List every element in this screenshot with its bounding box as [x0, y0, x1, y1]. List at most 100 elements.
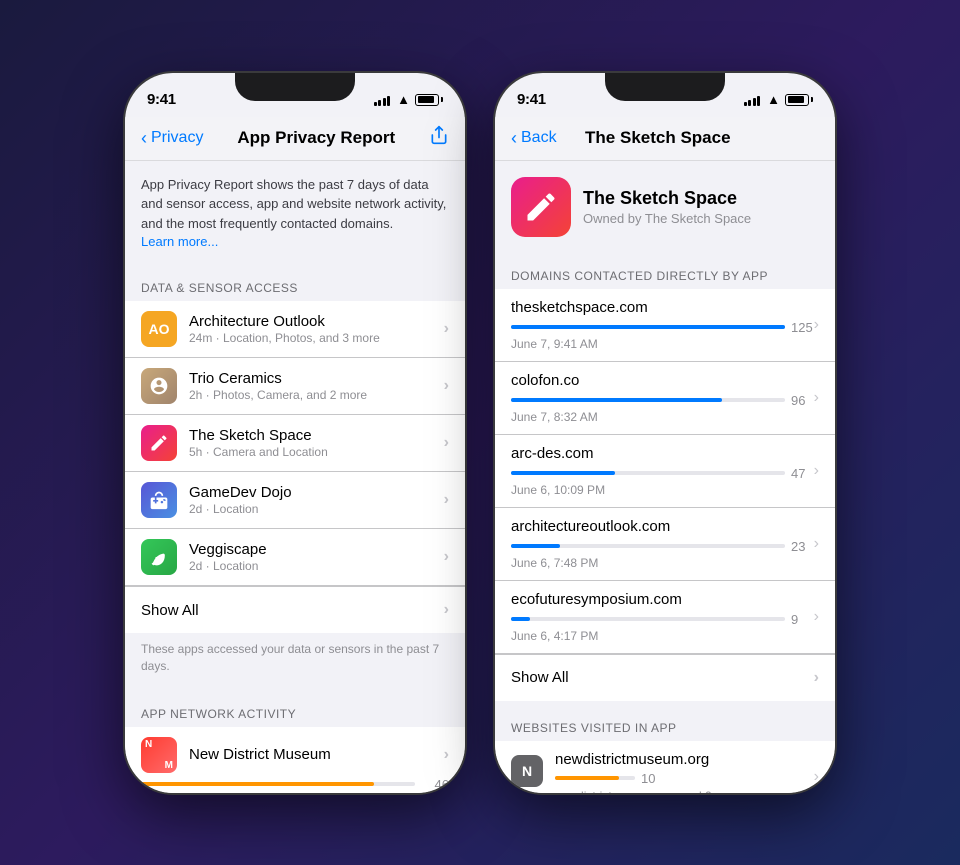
icon-arch-outlook: AO	[141, 311, 177, 347]
back-button-left[interactable]: ‹ Privacy	[141, 128, 203, 149]
item-detail-sketch: 5h · Camera and Location	[189, 445, 444, 459]
show-all-domains-label: Show All	[511, 669, 569, 686]
back-label-right: Back	[521, 129, 557, 147]
nav-title-left: App Privacy Report	[203, 128, 429, 148]
battery-tip-right	[811, 97, 813, 102]
notch	[235, 73, 355, 101]
status-icons-right: ▲	[744, 92, 813, 107]
list-item-sketch[interactable]: The Sketch Space 5h · Camera and Locatio…	[125, 415, 465, 472]
nav-bar-right: ‹ Back The Sketch Space	[495, 117, 835, 161]
sensor-apps-list: AO Architecture Outlook 24m · Location, …	[125, 301, 465, 633]
signal-bars-left	[374, 94, 391, 106]
ndm-bar-row: 46	[141, 777, 449, 792]
item-name-gamedev: GameDev Dojo	[189, 484, 444, 501]
domains-list: thesketchspace.com 125 June 7, 9:41 AM ›…	[495, 289, 835, 701]
learn-more-link[interactable]: Learn more...	[141, 234, 218, 249]
website-icon-ndm: N	[511, 755, 543, 787]
list-item-trio[interactable]: Trio Ceramics 2h · Photos, Camera, and 2…	[125, 358, 465, 415]
domain-date-sketch: June 7, 9:41 AM	[511, 337, 819, 351]
domain-track-arcdes	[511, 471, 785, 475]
domain-bar-row-colofon: 96	[511, 393, 819, 408]
app-header: The Sketch Space Owned by The Sketch Spa…	[495, 161, 835, 249]
signal-bar-4	[387, 96, 390, 106]
chevron-domain-archoutlook: ›	[814, 535, 819, 553]
domain-item-arcdes[interactable]: arc-des.com 47 June 6, 10:09 PM ›	[495, 435, 835, 508]
domain-date-archoutlook: June 6, 7:48 PM	[511, 556, 819, 570]
websites-list: N newdistrictmuseum.org 10 newdistrictmu…	[495, 741, 835, 793]
share-button-left[interactable]	[429, 125, 449, 151]
icon-gamedev	[141, 482, 177, 518]
app-header-subtitle: Owned by The Sketch Space	[583, 211, 751, 226]
domain-name-colofon: colofon.co	[511, 372, 819, 389]
footer-note: These apps accessed your data or sensors…	[125, 633, 465, 687]
domain-fill-arcdes	[511, 471, 615, 475]
status-time-right: 9:41	[517, 91, 546, 108]
back-label-left: Privacy	[151, 129, 203, 147]
chevron-show-all-domains: ›	[814, 669, 819, 687]
wifi-icon-right: ▲	[767, 92, 780, 107]
section-header-websites: WEBSITES VISITED IN APP	[495, 701, 835, 741]
chevron-sketch: ›	[444, 434, 449, 452]
network-item-ndm[interactable]: N M New District Museum › 46	[125, 727, 465, 793]
website-info-ndm: newdistrictmuseum.org 10 newdistrictmuse…	[555, 751, 802, 793]
signal-bar-3	[383, 98, 386, 106]
domain-item-colofon[interactable]: colofon.co 96 June 7, 8:32 AM ›	[495, 362, 835, 435]
item-detail-veggiscape: 2d · Location	[189, 559, 444, 573]
app-header-info: The Sketch Space Owned by The Sketch Spa…	[583, 188, 751, 226]
item-info-ao: Architecture Outlook 24m · Location, Pho…	[189, 313, 444, 345]
item-detail-trio: 2h · Photos, Camera, and 2 more	[189, 388, 444, 402]
ndm-bar-fill	[141, 782, 374, 786]
website-count-ndm: 10	[641, 771, 655, 786]
notch-right	[605, 73, 725, 101]
domain-item-sketch[interactable]: thesketchspace.com 125 June 7, 9:41 AM ›	[495, 289, 835, 362]
app-header-title: The Sketch Space	[583, 188, 751, 209]
domain-track-sketch	[511, 325, 785, 329]
domain-fill-colofon	[511, 398, 722, 402]
chevron-show-all-sensor: ›	[444, 601, 449, 619]
domain-track-ecofuture	[511, 617, 785, 621]
battery-fill-left	[418, 96, 434, 103]
icon-trio	[141, 368, 177, 404]
domain-name-arcdes: arc-des.com	[511, 445, 819, 462]
website-bar-fill-ndm	[555, 776, 619, 780]
website-item-ndm[interactable]: N newdistrictmuseum.org 10 newdistrictmu…	[495, 741, 835, 793]
domain-track-archoutlook	[511, 544, 785, 548]
chevron-gamedev: ›	[444, 491, 449, 509]
domain-item-ecofuture[interactable]: ecofuturesymposium.com 9 June 6, 4:17 PM…	[495, 581, 835, 654]
domain-date-colofon: June 7, 8:32 AM	[511, 410, 819, 424]
back-arrow-right: ‹	[511, 128, 517, 149]
section-header-domains: DOMAINS CONTACTED DIRECTLY BY APP	[495, 249, 835, 289]
item-detail-gamedev: 2d · Location	[189, 502, 444, 516]
domain-track-colofon	[511, 398, 785, 402]
wifi-icon-left: ▲	[397, 92, 410, 107]
signal-bar-r2	[748, 100, 751, 106]
signal-bars-right	[744, 94, 761, 106]
battery-body-right	[785, 94, 809, 106]
item-name-trio: Trio Ceramics	[189, 370, 444, 387]
battery-fill-right	[788, 96, 804, 103]
left-phone: 9:41 ▲	[125, 73, 465, 793]
show-all-sensor-button[interactable]: Show All ›	[125, 586, 465, 633]
domain-bar-row-archoutlook: 23	[511, 539, 819, 554]
domain-name-sketch: thesketchspace.com	[511, 299, 819, 316]
list-item-veggiscape[interactable]: Veggiscape 2d · Location ›	[125, 529, 465, 586]
app-header-icon	[511, 177, 571, 237]
list-item-arch-outlook[interactable]: AO Architecture Outlook 24m · Location, …	[125, 301, 465, 358]
show-all-sensor-label: Show All	[141, 602, 199, 619]
right-phone: 9:41 ▲	[495, 73, 835, 793]
signal-bar-r3	[753, 98, 756, 106]
list-item-gamedev[interactable]: GameDev Dojo 2d · Location ›	[125, 472, 465, 529]
description-text: App Privacy Report shows the past 7 days…	[141, 177, 446, 231]
chevron-ndm: ›	[444, 746, 449, 764]
website-name-ndm: newdistrictmuseum.org	[555, 751, 802, 768]
chevron-veggiscape: ›	[444, 548, 449, 566]
icon-m-right: M	[165, 760, 173, 771]
left-screen: 9:41 ▲	[125, 73, 465, 793]
domain-date-arcdes: June 6, 10:09 PM	[511, 483, 819, 497]
chevron-domain-arcdes: ›	[814, 462, 819, 480]
domain-item-archoutlook[interactable]: architectureoutlook.com 23 June 6, 7:48 …	[495, 508, 835, 581]
show-all-domains-button[interactable]: Show All ›	[495, 654, 835, 701]
left-content: App Privacy Report shows the past 7 days…	[125, 161, 465, 793]
back-button-right[interactable]: ‹ Back	[511, 128, 557, 149]
chevron-website-ndm: ›	[814, 768, 819, 786]
